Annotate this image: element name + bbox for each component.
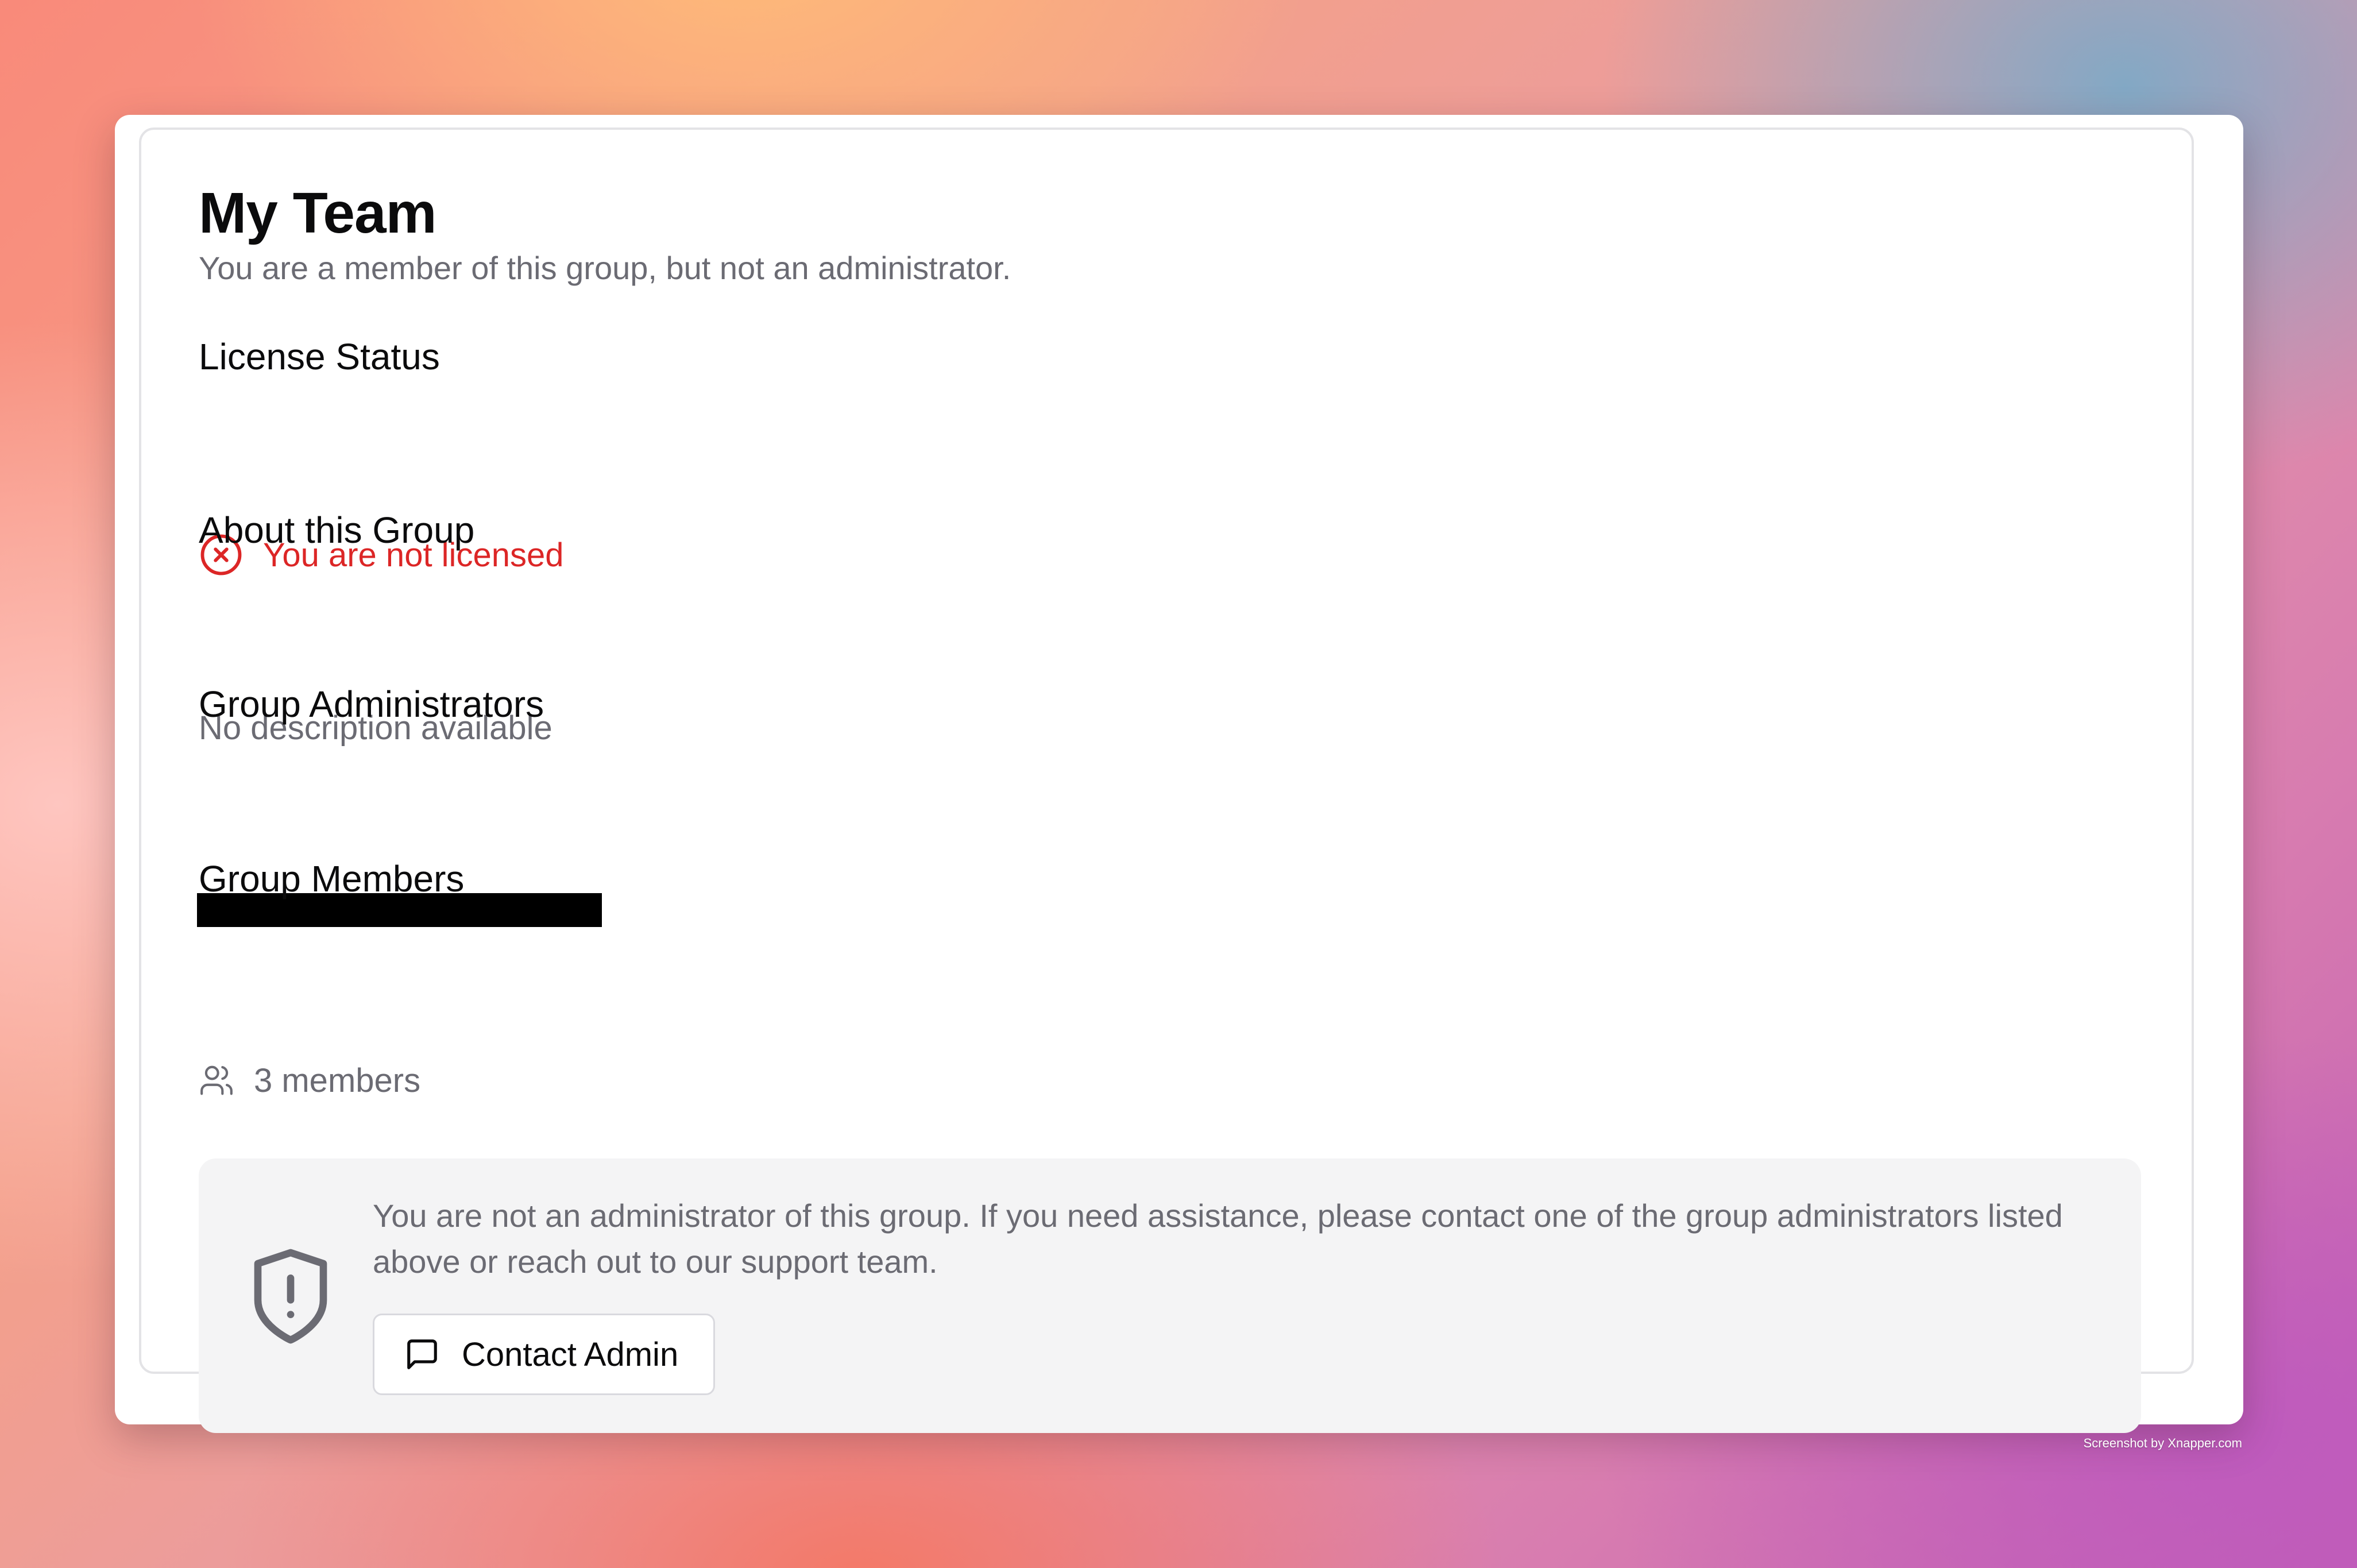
users-icon	[200, 1065, 233, 1095]
group-administrators-heading: Group Administrators	[199, 683, 544, 725]
contact-admin-label: Contact Admin	[462, 1335, 679, 1373]
group-members-row: 3 members	[199, 1057, 420, 1103]
member-count: 3 members	[254, 1061, 421, 1099]
page-title: My Team	[199, 181, 437, 245]
shield-alert-icon	[254, 1249, 327, 1344]
license-status-heading: License Status	[199, 336, 440, 377]
page-subtitle: You are a member of this group, but not …	[199, 250, 1011, 286]
non-admin-notice: You are not an administrator of this gro…	[199, 1158, 2141, 1433]
app-window: My Team You are a member of this group, …	[115, 115, 2243, 1433]
about-group-heading: About this Group	[199, 509, 475, 551]
team-card: My Team You are a member of this group, …	[139, 128, 2194, 1433]
watermark: Screenshot by Xnapper.com	[2083, 1436, 2242, 1450]
message-square-icon	[407, 1339, 437, 1369]
notice-text: You are not an administrator of this gro…	[373, 1198, 2063, 1280]
contact-admin-button[interactable]: Contact Admin	[373, 1314, 715, 1395]
group-members-heading: Group Members	[199, 858, 465, 899]
